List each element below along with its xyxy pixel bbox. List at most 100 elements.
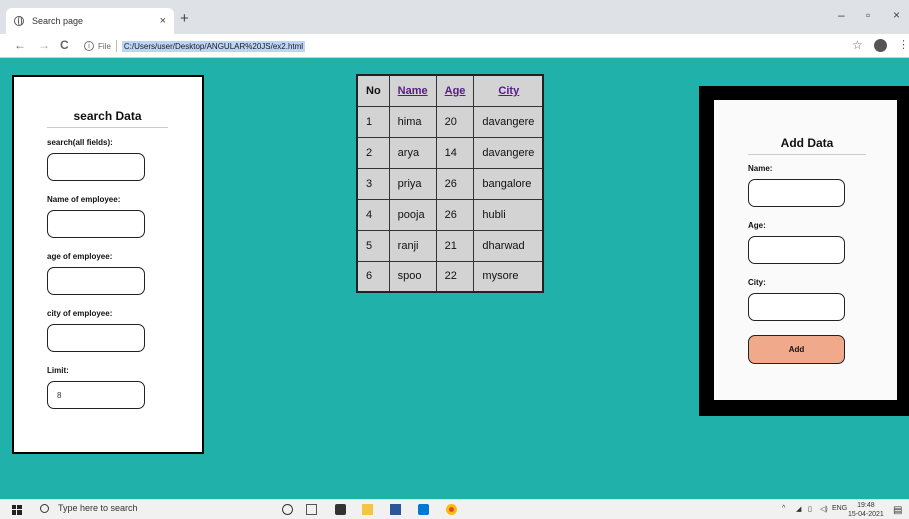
cell-city: dharwad bbox=[473, 229, 544, 262]
minimize-button[interactable]: – bbox=[838, 8, 845, 22]
notifications-icon[interactable]: ▤ bbox=[893, 505, 902, 516]
battery-icon[interactable]: ▯ bbox=[808, 505, 812, 513]
back-button[interactable]: ← bbox=[14, 38, 26, 52]
language-indicator[interactable]: ENG bbox=[832, 505, 847, 512]
cell-no: 5 bbox=[356, 229, 390, 262]
close-window-button[interactable]: × bbox=[893, 8, 900, 22]
browser-titlebar: Search page × + – ▫ × bbox=[0, 0, 909, 34]
file-explorer-icon[interactable] bbox=[362, 504, 373, 515]
sort-by-name-link[interactable]: Name bbox=[398, 85, 428, 97]
cell-no: 6 bbox=[356, 260, 390, 293]
city-filter-input[interactable] bbox=[47, 324, 145, 352]
cell-city: hubli bbox=[473, 198, 544, 231]
cell-age: 14 bbox=[435, 136, 475, 169]
column-header-name: Name bbox=[388, 74, 437, 107]
age-filter-input[interactable] bbox=[47, 267, 145, 295]
file-label: File bbox=[98, 41, 111, 51]
cell-city: davangere bbox=[473, 136, 544, 169]
name-filter-input[interactable] bbox=[47, 210, 145, 238]
browser-toolbar: ← → C i File C:/Users/user/Desktop/ANGUL… bbox=[0, 34, 909, 58]
word-icon[interactable] bbox=[390, 504, 401, 515]
sort-by-city-link[interactable]: City bbox=[498, 85, 519, 97]
name-filter-label: Name of employee: bbox=[47, 195, 121, 204]
task-view-icon[interactable] bbox=[306, 504, 317, 515]
limit-input[interactable] bbox=[47, 381, 145, 409]
cell-city: bangalore bbox=[473, 167, 544, 200]
clock-time: 19:48 bbox=[857, 502, 875, 509]
cell-name: ranji bbox=[388, 229, 437, 262]
tray-chevron-icon[interactable]: ^ bbox=[782, 505, 785, 512]
cell-name: spoo bbox=[388, 260, 437, 293]
cell-age: 26 bbox=[435, 198, 475, 231]
table-row: 3 priya 26 bangalore bbox=[356, 167, 544, 200]
url-text[interactable]: C:/Users/user/Desktop/ANGULAR%20JS/ex2.h… bbox=[121, 40, 306, 52]
cell-name: priya bbox=[388, 167, 437, 200]
windows-taskbar: Type here to search ^ ◢ ▯ ◁) ENG 19:48 1… bbox=[0, 499, 909, 519]
network-icon[interactable]: ◢ bbox=[796, 505, 801, 513]
restore-button[interactable]: ▫ bbox=[866, 8, 870, 22]
add-name-input[interactable] bbox=[748, 179, 845, 207]
table-row: 1 hima 20 davangere bbox=[356, 105, 544, 138]
store-icon[interactable] bbox=[335, 504, 346, 515]
search-all-input[interactable] bbox=[47, 153, 145, 181]
limit-label: Limit: bbox=[47, 366, 69, 375]
cell-name: arya bbox=[388, 136, 437, 169]
age-filter-label: age of employee: bbox=[47, 252, 113, 261]
cell-no: 1 bbox=[356, 105, 390, 138]
add-name-label: Name: bbox=[748, 164, 773, 173]
search-all-label: search(all fields): bbox=[47, 138, 113, 147]
taskbar-clock[interactable]: 19:48 15-04-2021 bbox=[848, 501, 884, 519]
cell-age: 22 bbox=[435, 260, 475, 293]
cortana-icon[interactable] bbox=[282, 504, 293, 515]
bookmark-star-icon[interactable]: ☆ bbox=[852, 38, 863, 52]
cell-city: mysore bbox=[473, 260, 544, 293]
cell-name: pooja bbox=[388, 198, 437, 231]
info-icon[interactable]: i bbox=[84, 41, 94, 51]
globe-icon bbox=[14, 16, 24, 26]
search-panel-heading: search Data bbox=[47, 109, 168, 128]
address-bar[interactable]: i File C:/Users/user/Desktop/ANGULAR%20J… bbox=[84, 37, 874, 55]
table-header-row: No Name Age City bbox=[356, 74, 544, 107]
table-row: 2 arya 14 davangere bbox=[356, 136, 544, 169]
cell-age: 21 bbox=[435, 229, 475, 262]
add-city-input[interactable] bbox=[748, 293, 845, 321]
column-header-age: Age bbox=[435, 74, 475, 107]
taskbar-search[interactable]: Type here to search bbox=[40, 503, 138, 513]
city-filter-label: city of employee: bbox=[47, 309, 113, 318]
add-age-input[interactable] bbox=[748, 236, 845, 264]
cell-name: hima bbox=[388, 105, 437, 138]
cell-no: 4 bbox=[356, 198, 390, 231]
search-icon bbox=[40, 503, 49, 513]
column-header-no: No bbox=[356, 74, 390, 107]
taskbar-search-placeholder: Type here to search bbox=[58, 503, 138, 513]
chrome-icon[interactable] bbox=[446, 504, 457, 515]
column-header-city: City bbox=[473, 74, 544, 107]
browser-tab[interactable]: Search page × bbox=[6, 8, 174, 34]
cell-age: 20 bbox=[435, 105, 475, 138]
new-tab-button[interactable]: + bbox=[180, 10, 189, 27]
table-row: 6 spoo 22 mysore bbox=[356, 260, 544, 293]
vscode-icon[interactable] bbox=[418, 504, 429, 515]
volume-icon[interactable]: ◁) bbox=[820, 505, 828, 513]
account-icon[interactable] bbox=[874, 39, 887, 52]
table-row: 5 ranji 21 dharwad bbox=[356, 229, 544, 262]
sort-by-age-link[interactable]: Age bbox=[445, 85, 466, 97]
clock-date: 15-04-2021 bbox=[848, 511, 884, 518]
search-panel: search Data search(all fields): Name of … bbox=[12, 75, 204, 454]
windows-start-icon[interactable] bbox=[12, 505, 22, 515]
table-row: 4 pooja 26 hubli bbox=[356, 198, 544, 231]
add-button[interactable]: Add bbox=[748, 335, 845, 364]
add-city-label: City: bbox=[748, 278, 766, 287]
add-age-label: Age: bbox=[748, 221, 766, 230]
cell-no: 2 bbox=[356, 136, 390, 169]
employee-table: No Name Age City 1 hima 20 davangere 2 arya 1… bbox=[356, 74, 545, 293]
menu-icon[interactable]: ⋮ bbox=[898, 38, 909, 51]
cell-age: 26 bbox=[435, 167, 475, 200]
forward-button[interactable]: → bbox=[38, 38, 50, 52]
add-panel: Add Data Name: Age: City: Add bbox=[714, 100, 897, 400]
reload-button[interactable]: C bbox=[60, 38, 69, 52]
omnibox-divider bbox=[115, 40, 117, 52]
tab-title: Search page bbox=[32, 16, 84, 26]
cell-city: davangere bbox=[473, 105, 544, 138]
tab-close-button[interactable]: × bbox=[160, 15, 166, 27]
